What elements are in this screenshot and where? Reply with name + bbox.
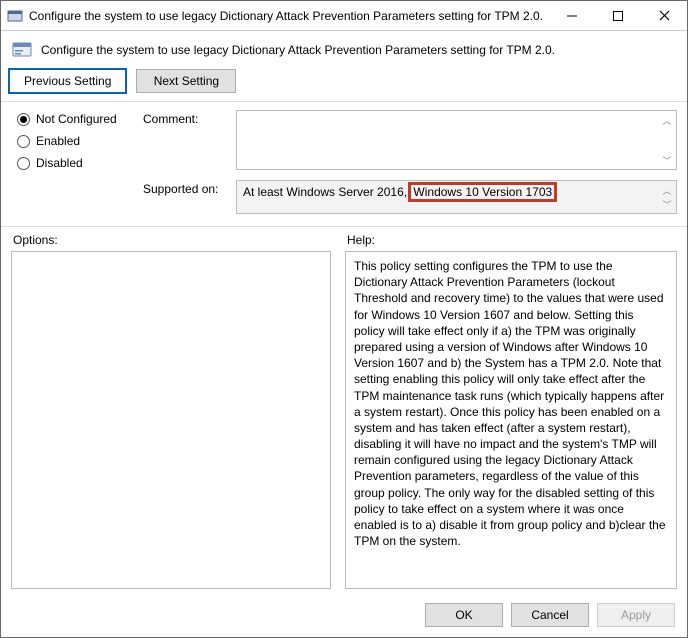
nav-row: Previous Setting Next Setting — [1, 65, 687, 101]
help-label: Help: — [345, 233, 677, 247]
radio-label: Disabled — [36, 156, 83, 170]
next-setting-button[interactable]: Next Setting — [136, 69, 236, 93]
ok-button[interactable]: OK — [425, 603, 503, 627]
supported-on-label: Supported on: — [143, 180, 228, 214]
comment-label: Comment: — [143, 110, 228, 170]
title-bar: Configure the system to use legacy Dicti… — [1, 1, 687, 31]
policy-icon — [11, 39, 33, 61]
chevron-up-icon[interactable]: ︿ — [660, 183, 674, 197]
maximize-button[interactable] — [595, 1, 641, 31]
supported-text-highlight: Windows 10 Version 1703 — [408, 182, 557, 202]
supported-text-a: At least Windows Server 2016, — [243, 185, 407, 199]
chevron-up-icon[interactable]: ︿ — [660, 113, 674, 127]
settings-area: Not Configured Enabled Disabled Comment:… — [1, 102, 687, 218]
radio-icon — [17, 135, 30, 148]
close-button[interactable] — [641, 1, 687, 31]
policy-header-text: Configure the system to use legacy Dicti… — [41, 43, 555, 57]
help-panel: This policy setting configures the TPM t… — [345, 251, 677, 589]
policy-header: Configure the system to use legacy Dicti… — [1, 31, 687, 65]
previous-setting-button[interactable]: Previous Setting — [9, 69, 126, 93]
radio-enabled[interactable]: Enabled — [17, 134, 127, 148]
window-title: Configure the system to use legacy Dicti… — [29, 9, 549, 23]
cancel-button[interactable]: Cancel — [511, 603, 589, 627]
help-text: This policy setting configures the TPM t… — [354, 259, 666, 548]
options-panel — [11, 251, 331, 589]
minimize-button[interactable] — [549, 1, 595, 31]
options-label: Options: — [11, 233, 331, 247]
footer: OK Cancel Apply — [1, 593, 687, 637]
radio-label: Not Configured — [36, 112, 117, 126]
apply-button[interactable]: Apply — [597, 603, 675, 627]
radio-group: Not Configured Enabled Disabled — [17, 110, 127, 214]
supported-on-value: At least Windows Server 2016, Windows 10… — [236, 180, 677, 214]
radio-not-configured[interactable]: Not Configured — [17, 112, 127, 126]
radio-disabled[interactable]: Disabled — [17, 156, 127, 170]
chevron-down-icon[interactable]: ﹀ — [660, 153, 674, 167]
lower-area: Options: Help: This policy setting confi… — [1, 227, 687, 593]
radio-label: Enabled — [36, 134, 80, 148]
radio-icon — [17, 157, 30, 170]
comment-input[interactable]: ︿ ﹀ — [236, 110, 677, 170]
chevron-down-icon[interactable]: ﹀ — [660, 197, 674, 211]
app-icon — [7, 8, 23, 24]
radio-icon — [17, 113, 30, 126]
fields-area: Comment: ︿ ﹀ Supported on: At least Wind… — [143, 110, 677, 214]
